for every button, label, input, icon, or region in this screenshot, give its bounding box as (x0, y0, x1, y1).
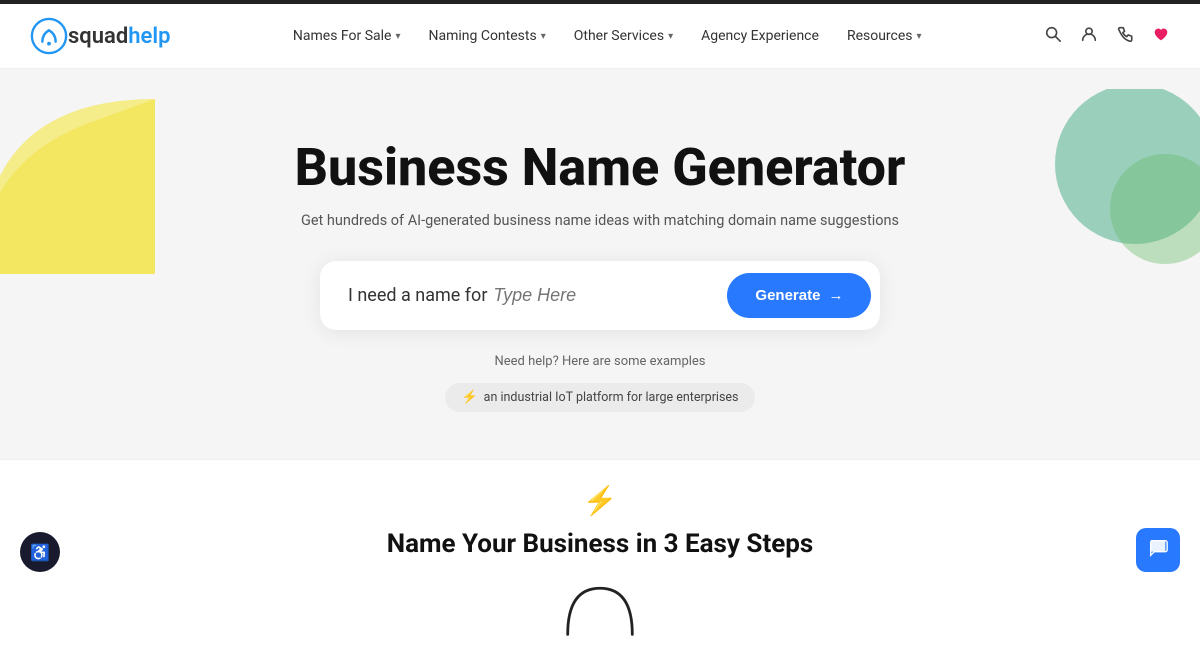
hero-title: Business Name Generator (295, 137, 906, 198)
steps-title: Name Your Business in 3 Easy Steps (387, 529, 814, 559)
deco-right (1035, 89, 1200, 264)
header: squadhelp Names For Sale ▾ Naming Contes… (0, 4, 1200, 69)
hero-subtitle: Get hundreds of AI-generated business na… (301, 212, 899, 229)
chevron-down-icon: ▾ (395, 31, 400, 42)
accessibility-button[interactable]: ♿ (20, 532, 60, 572)
bolt-icon-large: ⚡ (583, 484, 618, 517)
logo-icon (30, 17, 68, 55)
user-icon[interactable] (1080, 25, 1098, 48)
header-icons (1044, 25, 1170, 48)
heart-icon[interactable] (1152, 25, 1170, 48)
bolt-icon: ⚡ (461, 390, 477, 405)
chevron-down-icon: ▾ (541, 31, 546, 42)
help-text: Need help? Here are some examples (494, 354, 705, 369)
search-icon[interactable] (1044, 25, 1062, 48)
accessibility-icon: ♿ (30, 543, 50, 562)
phone-icon[interactable] (1116, 25, 1134, 48)
arrow-right-icon: → (828, 287, 843, 304)
nav-item-naming-contests[interactable]: Naming Contests ▾ (418, 22, 555, 50)
chat-button[interactable] (1136, 528, 1180, 572)
main-nav: Names For Sale ▾ Naming Contests ▾ Other… (283, 22, 932, 50)
nav-item-names-for-sale[interactable]: Names For Sale ▾ (283, 22, 411, 50)
search-input[interactable] (493, 285, 727, 306)
generate-button[interactable]: Generate → (727, 273, 871, 318)
deco-left (0, 99, 155, 274)
nav-item-agency-experience[interactable]: Agency Experience (691, 22, 829, 50)
chat-icon (1147, 537, 1169, 564)
chevron-down-icon: ▾ (668, 31, 673, 42)
search-box: I need a name for Generate → (320, 261, 880, 330)
example-chip[interactable]: ⚡ an industrial IoT platform for large e… (445, 383, 754, 412)
search-prefix: I need a name for (348, 285, 487, 306)
logo[interactable]: squadhelp (30, 17, 170, 55)
logo-text-help: help (128, 24, 170, 49)
step-shape-1 (555, 579, 645, 639)
chevron-down-icon: ▾ (917, 31, 922, 42)
nav-item-other-services[interactable]: Other Services ▾ (564, 22, 683, 50)
logo-text-squad: squad (68, 24, 128, 49)
hero-section: Business Name Generator Get hundreds of … (0, 69, 1200, 459)
bottom-section: ⚡ Name Your Business in 3 Easy Steps (0, 459, 1200, 649)
steps-illustrations (555, 579, 645, 639)
nav-item-resources[interactable]: Resources ▾ (837, 22, 932, 50)
